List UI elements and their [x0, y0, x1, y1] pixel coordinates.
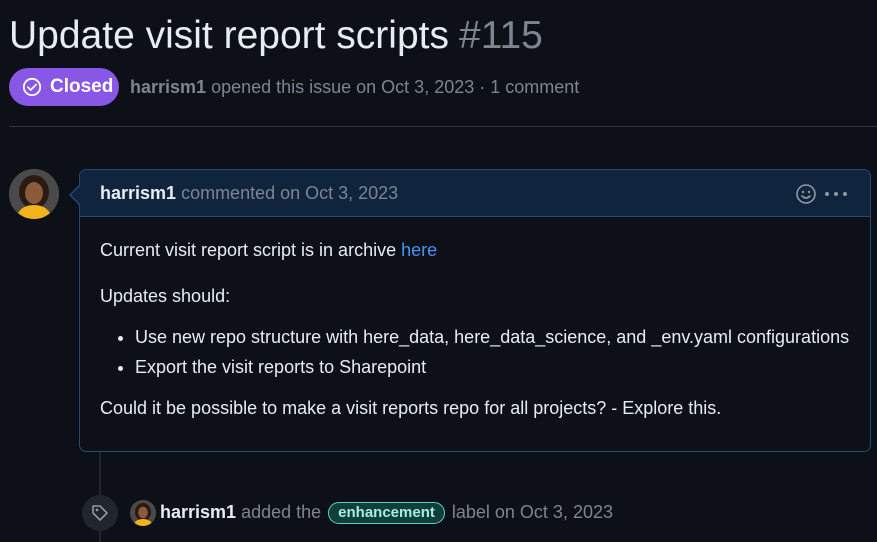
event-author-link[interactable]: harrism1: [160, 502, 236, 522]
comment-paragraph: Current visit report script is in archiv…: [100, 230, 850, 276]
issue-opened-text: opened this issue on Oct 3, 2023 · 1 com…: [211, 77, 580, 97]
timeline-badge: [82, 495, 118, 531]
event-avatar[interactable]: [130, 500, 156, 526]
comment-body: Current visit report script is in archiv…: [100, 230, 850, 428]
comment-meta[interactable]: commented on Oct 3, 2023: [181, 183, 398, 203]
avatar-image: [9, 169, 59, 219]
status-badge-label: Closed: [50, 76, 114, 97]
comment-line-1: Current visit report script is in archiv…: [100, 240, 402, 260]
comment-box: harrism1 commented on Oct 3, 2023 Curren…: [79, 169, 871, 452]
list-item: Export the visit reports to Sharepoint: [135, 352, 850, 382]
comment-header: harrism1 commented on Oct 3, 2023: [80, 170, 870, 217]
header-divider: [9, 126, 877, 127]
comment-header-text: harrism1 commented on Oct 3, 2023: [100, 183, 398, 204]
avatar[interactable]: [9, 169, 59, 219]
updates-list: Use new repo structure with here_data, h…: [100, 322, 850, 382]
event-action: added the: [241, 502, 322, 522]
avatar-image: [130, 500, 156, 526]
tag-icon: [92, 505, 108, 521]
comment-paragraph-3: Could it be possible to make a visit rep…: [100, 398, 722, 418]
issue-number: #115: [459, 14, 543, 57]
list-item: Use new repo structure with here_data, h…: [135, 322, 850, 352]
comment-options-button[interactable]: [824, 182, 848, 206]
issue-title: Update visit report scripts #115: [9, 10, 543, 62]
comment-paragraph-2: Updates should:: [100, 286, 231, 306]
issue-page: Update visit report scripts #115 Closed h…: [0, 0, 877, 542]
status-badge: Closed: [9, 68, 119, 106]
closed-check-icon: [22, 77, 42, 97]
issue-author-link[interactable]: harrism1: [130, 77, 206, 97]
issue-title-text: Update visit report scripts: [9, 14, 449, 57]
issue-meta: harrism1 opened this issue on Oct 3, 202…: [130, 77, 579, 98]
archive-link[interactable]: here: [401, 240, 437, 260]
add-reaction-button[interactable]: [794, 182, 818, 206]
smiley-icon: [796, 184, 816, 204]
comment-arrow-inner: [71, 186, 80, 204]
kebab-menu-icon: [825, 192, 847, 196]
event-suffix: label on Oct 3, 2023: [451, 502, 613, 522]
comment-author-link[interactable]: harrism1: [100, 183, 176, 203]
label-enhancement[interactable]: enhancement: [328, 502, 445, 525]
label-event: harrism1 added the enhancement label on …: [160, 500, 613, 525]
